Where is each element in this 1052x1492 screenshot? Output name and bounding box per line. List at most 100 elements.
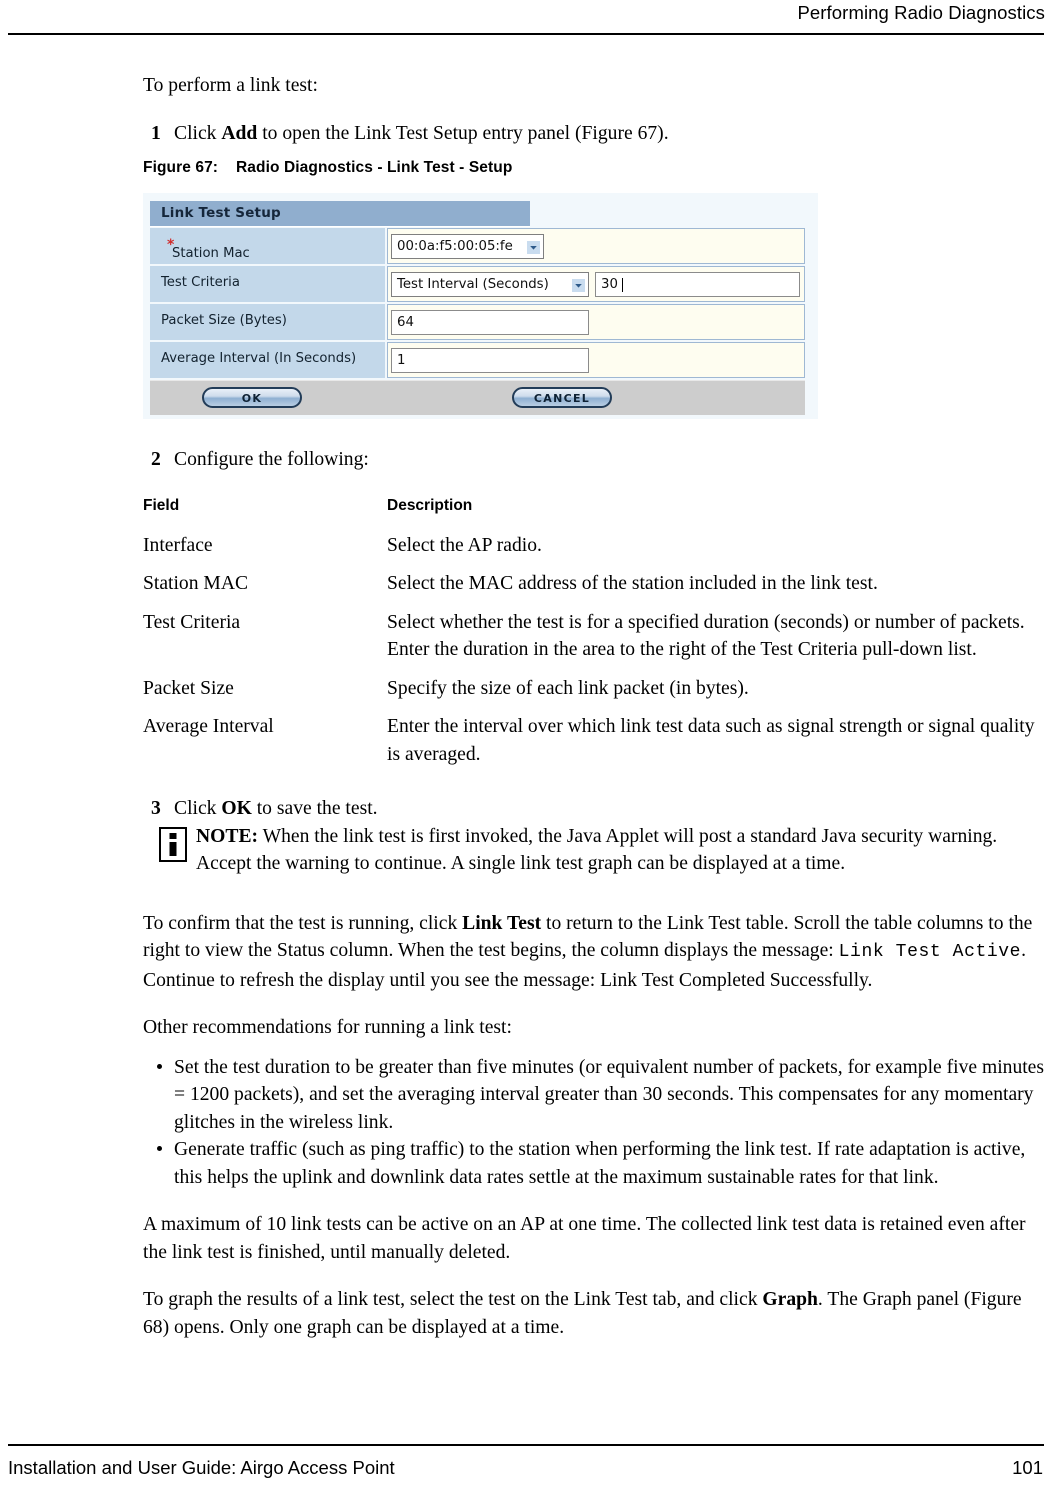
panel-titlebar: Link Test Setup (150, 201, 530, 227)
step-2-text: Configure the following: (174, 449, 369, 470)
figure-67-caption: Figure 67: Radio Diagnostics - Link Test … (143, 159, 1046, 177)
paragraph-confirm-test: To confirm that the test is running, cli… (143, 910, 1046, 995)
intro-lead: To perform a link test: (143, 75, 318, 96)
step-2-number: 2 (151, 449, 161, 470)
station-mac-label-wrap: Station Mac * (161, 237, 250, 261)
footer-divider-rule (8, 1444, 1044, 1446)
row-field-station-mac: Station MAC (143, 573, 249, 594)
column-header-description: Description (387, 496, 473, 514)
row-description-packet-size: Specify the size of each link packet (in… (387, 677, 749, 699)
step-1-number: 1 (151, 122, 161, 144)
row-description-station-mac: Select the MAC address of the station in… (387, 573, 878, 594)
paragraph-graph-results: To graph the results of a link test, sel… (143, 1286, 1046, 1341)
table-header-row: Field Description (143, 496, 1046, 516)
row-description-average-interval: Enter the interval over which link test … (387, 716, 1035, 765)
step-2: 2 Configure the following: (143, 446, 1046, 474)
paragraph-other-recommendations: Other recommendations for running a link… (143, 1017, 512, 1038)
confirm-part-1: To confirm that the test is running, cli… (143, 912, 463, 934)
form-row-test-criteria: Test Criteria Test Interval (Seconds) 30 (150, 266, 805, 304)
label-cell-test-criteria: Test Criteria (150, 266, 385, 302)
confirm-bold-link-test: Link Test (462, 912, 542, 934)
bullet-text-1: Set the test duration to be greater than… (174, 1056, 1045, 1133)
header-divider-rule (8, 33, 1044, 35)
chevron-down-icon[interactable] (572, 279, 585, 292)
step-3-number: 3 (151, 798, 161, 819)
table-row: Packet Size Specify the size of each lin… (143, 675, 1046, 703)
figure-67-number: Figure 67: (143, 159, 219, 176)
average-interval-label: Average Interval (In Seconds) (161, 351, 357, 366)
column-header-field: Field (143, 496, 180, 514)
value-cell-station-mac: 00:0a:f5:00:05:fe (387, 228, 805, 264)
step-3-post: to save the test. (251, 798, 378, 819)
text-caret (622, 278, 623, 292)
cancel-button[interactable]: CANCEL (512, 387, 612, 408)
bullet-dot-icon (157, 1146, 162, 1151)
step-1-bold: Add (221, 122, 258, 144)
step-3-pre: Click (174, 798, 222, 819)
step-3: 3 Click OK to save the test. (143, 795, 1046, 823)
table-row: Interface Select the AP radio. (143, 532, 1046, 560)
average-interval-input[interactable]: 1 (391, 348, 589, 373)
row-description-test-criteria: Select whether the test is for a specifi… (387, 611, 1025, 661)
table-row: Test Criteria Select whether the test is… (143, 609, 1046, 664)
note-text: NOTE: When the link test is first invoke… (196, 823, 1046, 878)
row-field-test-criteria: Test Criteria (143, 611, 241, 633)
bullet-dot-icon (157, 1063, 162, 1069)
step-3-bold: OK (221, 798, 252, 819)
footer-guide-title: Installation and User Guide: Airgo Acces… (8, 1457, 395, 1478)
list-item: Set the test duration to be greater than… (143, 1054, 1046, 1137)
note-body: When the link test is first invoked, the… (196, 825, 998, 875)
row-description-interface: Select the AP radio. (387, 534, 542, 556)
station-mac-select[interactable]: 00:0a:f5:00:05:fe (391, 234, 544, 259)
test-criteria-select[interactable]: Test Interval (Seconds) (391, 272, 589, 297)
chevron-down-icon[interactable] (527, 241, 540, 254)
link-test-setup-panel: Link Test Setup Station Mac * 00:0a:f5:00… (150, 201, 810, 415)
ok-button-label: OK (241, 392, 263, 405)
test-criteria-duration-value: 30 (601, 277, 618, 292)
form-row-packet-size: Packet Size (Bytes) 64 (150, 304, 805, 342)
note-label: NOTE: (196, 825, 259, 847)
cancel-button-label: CANCEL (533, 392, 591, 405)
packet-size-value: 64 (397, 315, 414, 330)
step-1-post: to open the Link Test Setup entry panel … (257, 122, 669, 144)
test-criteria-label: Test Criteria (161, 275, 240, 290)
packet-size-label: Packet Size (Bytes) (161, 313, 287, 328)
form-row-station-mac: Station Mac * 00:0a:f5:00:05:fe (150, 228, 805, 266)
ok-button[interactable]: OK (202, 387, 302, 408)
packet-size-input[interactable]: 64 (391, 310, 589, 335)
step-1-pre: Click (174, 122, 222, 144)
footer-page-number: 101 (1012, 1457, 1043, 1478)
graph-part-1: To graph the results of a link test, sel… (143, 1289, 763, 1310)
value-cell-average-interval: 1 (387, 342, 805, 378)
panel-button-bar: OK CANCEL (150, 380, 805, 415)
panel-title: Link Test Setup (161, 205, 281, 221)
page-running-header: Performing Radio Diagnostics (0, 0, 1052, 36)
bullet-text-2: Generate traffic (such as ping traffic) … (174, 1139, 1026, 1188)
step-1: 1 Click Add to open the Link Test Setup … (143, 120, 1046, 148)
info-icon-dot (169, 832, 177, 839)
test-criteria-duration-input[interactable]: 30 (595, 272, 800, 297)
page-content: To perform a link test: 1 Click Add to o… (143, 72, 1046, 1341)
value-cell-test-criteria: Test Interval (Seconds) 30 (387, 266, 805, 302)
page-footer: Installation and User Guide: Airgo Acces… (0, 1430, 1052, 1492)
row-field-packet-size: Packet Size (143, 677, 234, 699)
station-mac-label: Station Mac (172, 246, 250, 261)
table-row: Average Interval Enter the interval over… (143, 713, 1046, 768)
table-row: Station MAC Select the MAC address of th… (143, 570, 1046, 598)
row-field-interface: Interface (143, 534, 213, 556)
